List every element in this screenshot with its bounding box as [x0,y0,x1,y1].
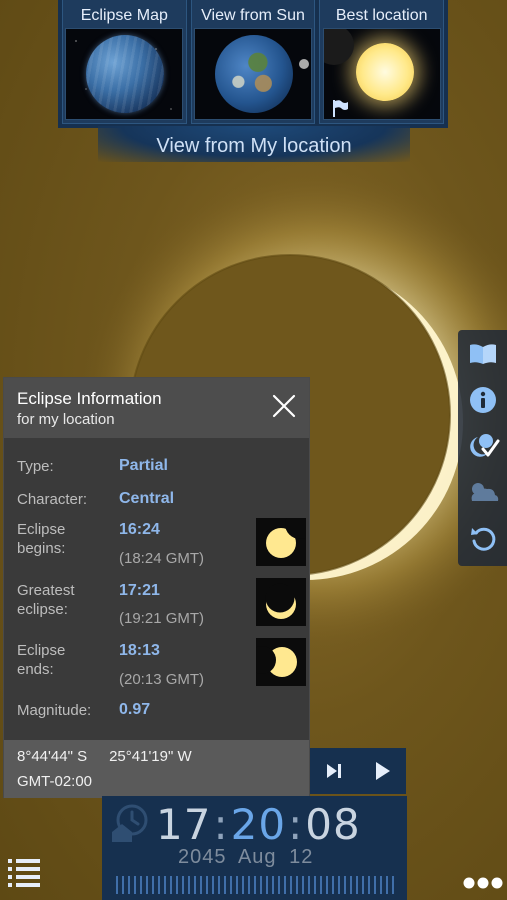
eclipse-info-panel: Eclipse Information for my location Type… [3,377,310,798]
cloud-sun-icon [471,483,498,501]
tab-view-from-sun-label: View from Sun [201,7,305,24]
magnitude-label: Magnitude: [17,702,92,719]
coordinates: 8°44'44" S 25°41'19" W [17,748,296,765]
longitude: 25°41'19" W [109,748,192,765]
time-scrubber[interactable] [116,876,394,894]
ends-label-line1: Eclipse [17,642,66,659]
clock-time[interactable]: 17:20:08 [156,800,361,849]
step-forward-icon[interactable] [324,761,344,781]
location-footer: 8°44'44" S 25°41'19" W GMT-02:00 [4,740,309,798]
book-button[interactable] [465,336,501,372]
character-label: Character: [17,491,88,508]
time-panel: 17:20:08 2045 Aug 12 [102,796,407,900]
info-panel-body: Type: Partial Character: Central Eclipse… [4,438,309,740]
begins-gmt: (18:24 GMT) [119,550,205,567]
clock-minutes[interactable]: 20 [231,800,286,849]
clock-hours[interactable]: 17 [156,800,211,849]
begins-label-line1: Eclipse [17,521,66,538]
reset-button[interactable] [465,520,501,556]
tab-eclipse-map-label: Eclipse Map [80,7,168,24]
clock-seconds[interactable]: 08 [305,800,360,849]
more-options-icon[interactable] [462,876,504,890]
type-value: Partial [119,457,168,474]
character-value: Central [119,490,175,507]
info-icon [469,387,496,413]
tab-best-location-label: Best location [335,7,428,24]
play-icon[interactable] [372,760,392,782]
clock-separator-2: : [288,800,304,849]
eclipse-check-button[interactable] [465,428,501,464]
type-label: Type: [17,458,54,475]
info-panel-subtitle: for my location [17,411,115,428]
moon-dot-icon [299,59,309,69]
sun-icon [355,43,414,101]
tab-view-from-sun[interactable]: View from Sun [190,0,316,124]
partial-begin-icon [266,518,306,558]
begins-label-line2: begins: [17,540,66,557]
clock-date[interactable]: 2045 Aug 12 [178,846,313,869]
tab-best-location[interactable]: Best location [319,0,445,124]
clock-home-icon[interactable] [110,802,150,842]
book-icon [469,344,496,364]
greatest-value: 17:21 [119,582,160,599]
ends-label-line2: ends: [17,661,54,678]
moon-sun-check-icon [469,434,499,457]
weather-button[interactable] [465,474,501,510]
magnitude-value: 0.97 [119,701,151,718]
info-button[interactable] [465,382,501,418]
info-panel-header: Eclipse Information for my location [4,378,309,438]
moon-icon [323,29,354,65]
ends-phase-thumbnail [256,638,306,686]
best-location-thumbnail [322,28,441,120]
right-toolbar [458,330,507,566]
latitude: 8°44'44" S [17,748,88,765]
eclipse-map-thumbnail [65,28,184,120]
flag-icon [332,100,348,117]
greatest-gmt: (19:21 GMT) [119,610,205,627]
greatest-label-line2: eclipse: [17,601,68,618]
globe-map-icon [86,35,165,113]
begins-value: 16:24 [119,521,160,538]
view-tabs: Eclipse Map View from Sun Best location [58,0,448,128]
clock-separator-1: : [213,800,229,849]
greatest-label-line1: Greatest [17,582,75,599]
playback-controls [310,748,406,794]
timezone: GMT-02:00 [17,773,93,790]
begins-phase-thumbnail [256,518,306,566]
earth-icon [215,35,293,113]
view-from-my-location-tab[interactable]: View from My location [98,126,410,162]
close-icon[interactable] [271,393,297,419]
view-from-sun-thumbnail [194,28,312,120]
ends-gmt: (20:13 GMT) [119,671,205,688]
crescent-icon [265,583,296,619]
info-panel-title: Eclipse Information [17,389,162,408]
tab-eclipse-map[interactable]: Eclipse Map [62,0,187,124]
list-menu-icon[interactable] [6,856,42,888]
ends-value: 18:13 [119,642,160,659]
partial-end-icon [256,646,297,677]
greatest-phase-thumbnail [256,578,306,626]
reset-icon [470,527,495,551]
